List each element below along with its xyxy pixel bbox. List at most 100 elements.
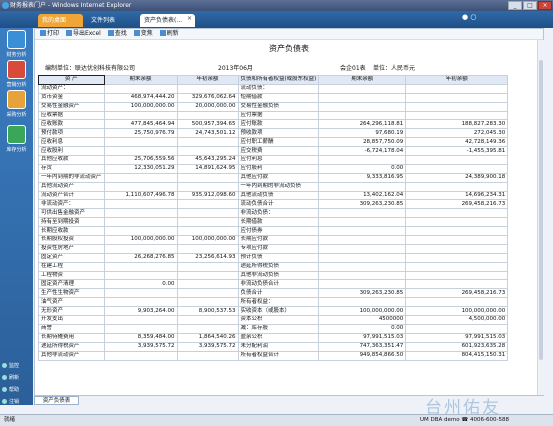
vertical-scrollbar[interactable] [537,40,544,395]
sheet-tab-balance[interactable]: 资产负债表 [34,396,79,405]
table-row: 固定资产 26,268,276.85 23,256,614.93 预计负债 [38,252,509,263]
zoom-button[interactable]: 变焦 [133,30,153,37]
sidebar-help-label: 帮助 [9,387,20,393]
find-button[interactable]: 查找 [107,30,127,37]
value-cell: 935,912,098.60 [176,190,239,201]
sidebar-item-purchase[interactable]: 采购分析 [0,90,33,118]
row-label-cell: 投资性房地产 [38,243,105,254]
row-label-cell: 资本公积 [237,315,320,325]
value-cell: 12,330,051.29 [103,163,178,174]
row-label-cell: 长期股权投资 [38,235,105,245]
value-cell [176,270,239,281]
print-label: 打印 [47,30,60,37]
col-header-liabilities: 负债和所有者权益(或股东权益) [237,75,320,85]
value-cell [103,146,178,157]
ie-logo-icon [2,2,9,9]
report-title: 资产负债表 [269,44,309,53]
value-cell [405,92,509,103]
row-label-cell: 长期待摊费用 [38,332,105,343]
row-label-cell: 非流动负债合计 [237,279,320,290]
table-row: 开发支出 资本公积 4500000 4,500,000.00 [38,315,509,325]
value-cell: 13,402,162.04 [318,190,407,201]
value-cell [318,155,407,165]
value-cell: 8,359,484.00 [103,332,178,343]
balance-sheet-table: 资 产 期末余额 年初余额 负债和所有者权益(或股东权益) 期末余额 年初余额 … [37,74,509,361]
sidebar-item-inventory[interactable]: 库存分析 [0,125,33,153]
row-label-cell: 减：库存股 [237,323,320,334]
table-row: 工程物资 其他非流动负债 [38,270,509,281]
sidebar-monitor-label: 监控 [9,363,20,369]
row-label-cell: 所有者权益合计 [237,350,320,361]
value-cell: -6,724,178.04 [318,146,407,157]
print-button[interactable]: 打印 [40,30,59,37]
tab-desktop[interactable]: 我的桌面 [38,14,83,27]
row-label-cell: 负债合计 [237,288,320,299]
table-row: 应收利息 应付职工薪酬 28,857,750.09 42,728,149.36 [38,137,509,148]
table-row: 其他非流动资产 所有者权益合计 949,854,866.50 804,415,150.… [38,350,509,361]
row-label-cell: 应付票据 [237,110,320,121]
row-label-cell: 非流动资产： [38,199,105,210]
row-label-cell: 长期应付款 [237,235,320,245]
sidebar-item-marketing[interactable]: 营销分析 [0,60,33,88]
value-cell [103,270,178,281]
value-cell: 28,857,750.09 [318,137,407,148]
sidebar-help[interactable]: 帮助 [2,386,19,393]
value-cell: 100,000,000.00 [318,306,407,317]
tab-close-icon[interactable]: × [187,15,192,22]
value-cell [103,83,178,94]
status-text: 就绪 [4,417,16,423]
row-label-cell: 预收款项 [237,128,320,139]
value-cell [176,261,239,272]
sidebar-logout[interactable]: 注销 [2,398,19,405]
sidebar-item-finance[interactable]: 财务分析 [0,30,33,58]
value-cell: 14,696,234.31 [405,190,509,201]
row-label-cell: 应付利息 [237,155,320,165]
value-cell [318,297,407,308]
value-cell: 601,923,635.28 [405,341,509,352]
sidebar-monitor[interactable]: 监控 [2,362,19,369]
value-cell: 3,939,575.72 [103,341,178,352]
value-cell [176,279,239,290]
value-cell [405,101,509,112]
value-cell [318,83,407,94]
report-form: 会企01表 [340,65,366,72]
minimize-button[interactable]: _ [508,1,522,10]
help-icon [2,387,7,392]
row-label-cell: 交易性金融负债 [237,101,320,112]
report-toolbar: 打印 导出Excel 查找 变焦 刷新 [35,29,543,40]
refresh-icon [2,375,7,380]
refresh-button[interactable]: 刷新 [159,30,179,37]
sidebar-refresh-label: 刷新 [9,375,20,381]
value-cell [176,137,239,148]
maximize-button[interactable]: □ [523,1,537,10]
value-cell [103,261,178,272]
row-label-cell: 固定资产 [38,252,105,263]
value-cell [176,181,239,192]
scrollbar-thumb[interactable] [539,60,543,360]
value-cell: 9,903,264.00 [103,306,178,317]
close-button[interactable]: × [538,1,552,10]
row-label-cell: 未分配利润 [237,341,320,352]
value-cell [176,217,239,228]
value-cell: 4,500,000.00 [405,315,509,325]
value-cell [176,288,239,299]
table-header-row: 资 产 期末余额 年初余额 负债和所有者权益(或股东权益) 期末余额 年初余额 [37,74,509,86]
value-cell [318,226,407,237]
value-cell: -1,455,395.81 [405,146,509,157]
row-label-cell: 其他应收款 [38,155,105,165]
export-excel-button[interactable]: 导出Excel [65,30,101,37]
value-cell [103,208,178,219]
value-cell: 804,415,150.31 [405,350,509,361]
row-label-cell: 存货 [38,163,105,174]
value-cell [405,235,509,245]
row-label-cell: 流动资产合计 [38,190,105,201]
value-cell [318,261,407,272]
col-header-assets[interactable]: 资 产 [37,74,106,86]
row-label-cell: 预计负债 [237,252,320,263]
report-unit: 单位：人民币元 [373,65,416,72]
value-cell [103,181,178,192]
sidebar-refresh[interactable]: 刷新 [2,374,19,381]
tab-file-list[interactable]: 文件列表 [87,14,137,27]
table-row: 预付款项 25,750,976.79 24,743,501.12 预收款项 97,680… [38,128,509,139]
value-cell [405,323,509,334]
